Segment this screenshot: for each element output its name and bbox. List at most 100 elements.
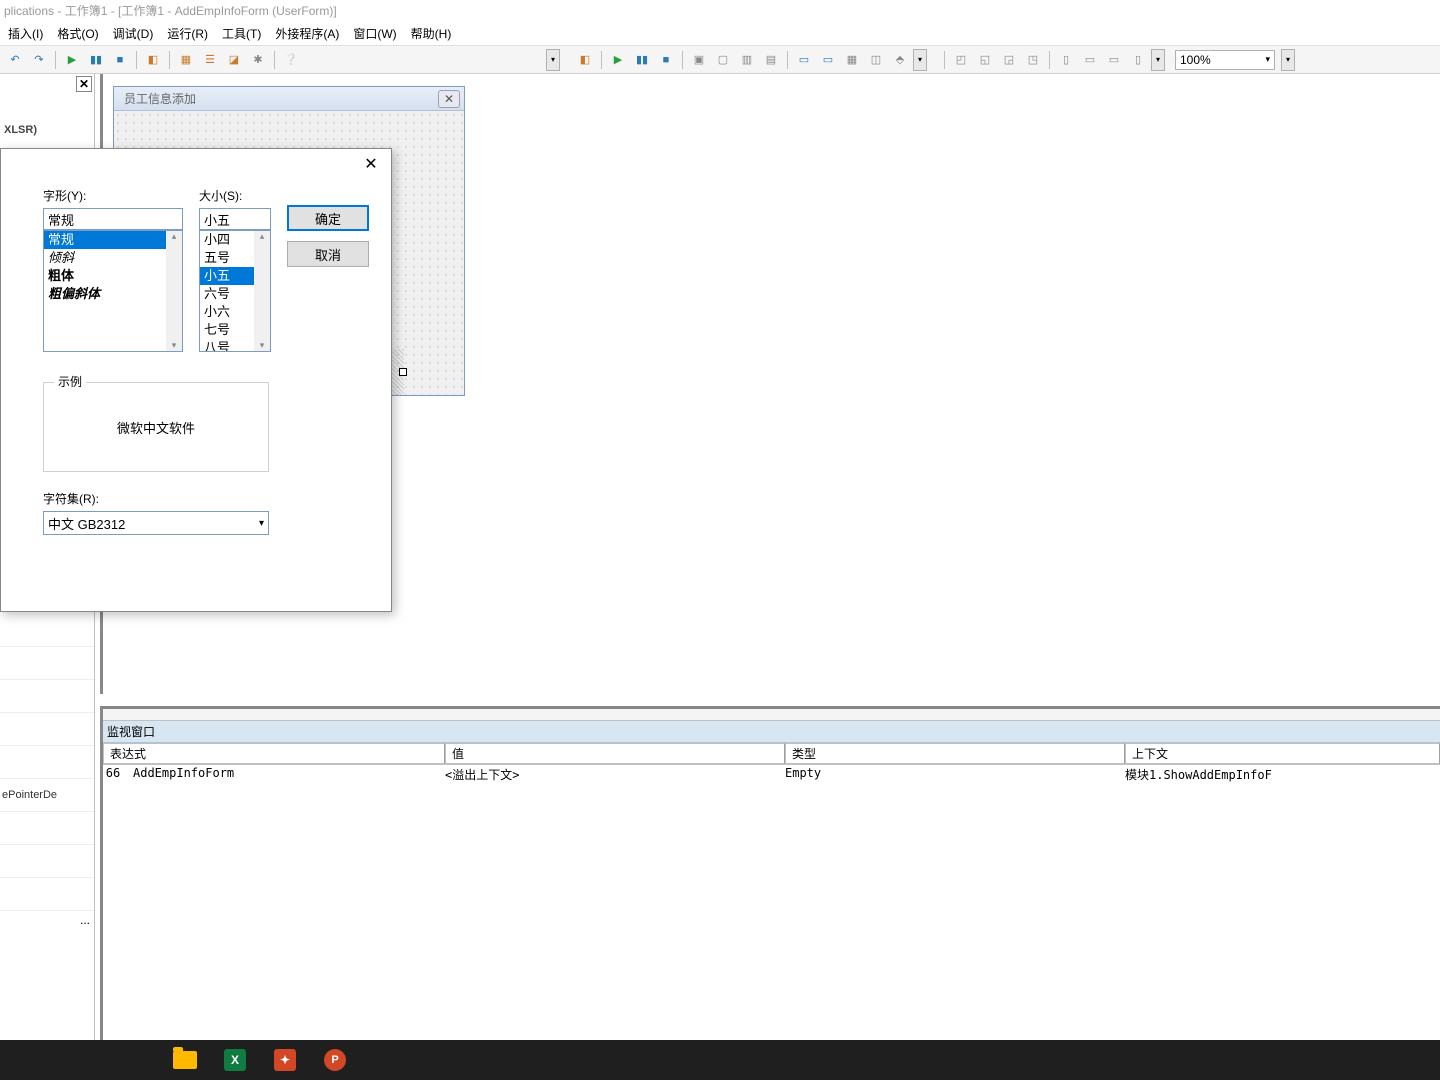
zoom-input[interactable]: 100% ▾: [1175, 50, 1275, 70]
align2-icon[interactable]: ◱: [974, 49, 996, 71]
group-icon[interactable]: ▥: [736, 49, 758, 71]
dropdown4-icon[interactable]: ▾: [1281, 49, 1295, 71]
menu-format[interactable]: 格式(O): [53, 23, 102, 44]
prop-row[interactable]: [0, 845, 94, 878]
tile-icon[interactable]: ▦: [841, 49, 863, 71]
watch-row[interactable]: 66 AddEmpInfoForm <溢出上下文> Empty 模块1.Show…: [103, 765, 1440, 784]
col-expression[interactable]: 表达式: [103, 743, 445, 764]
stop2-icon[interactable]: ■: [655, 49, 677, 71]
menu-window[interactable]: 窗口(W): [349, 23, 400, 44]
dropdown-icon[interactable]: ▾: [546, 49, 560, 71]
object-browser-icon[interactable]: ◪: [223, 49, 245, 71]
size4-icon[interactable]: ▯: [1127, 49, 1149, 71]
help-icon[interactable]: ❔: [280, 49, 302, 71]
prop-pointer[interactable]: ePointerDe: [0, 779, 94, 812]
folder-icon: [173, 1051, 197, 1069]
size-label: 大小(S):: [199, 187, 271, 204]
watches-title: 监视窗口: [103, 721, 1440, 743]
list-item[interactable]: 倾斜: [44, 249, 182, 267]
design-icon[interactable]: ◧: [574, 49, 596, 71]
separator: [601, 51, 602, 69]
size3-icon[interactable]: ▭: [1103, 49, 1125, 71]
prop-row[interactable]: [0, 746, 94, 779]
size2-icon[interactable]: ▭: [1079, 49, 1101, 71]
taskbar-excel[interactable]: X: [210, 1040, 260, 1080]
panel-splitter[interactable]: [103, 709, 1440, 721]
send-back-icon[interactable]: ▢: [712, 49, 734, 71]
dialog-header[interactable]: ✕: [1, 149, 391, 179]
undo-icon[interactable]: ↶: [4, 49, 26, 71]
watch-icon: 66: [103, 766, 123, 783]
watches-header: 表达式 值 类型 上下文: [103, 743, 1440, 765]
col-type[interactable]: 类型: [785, 743, 1125, 764]
list-item[interactable]: 粗偏斜体: [44, 285, 182, 303]
col-value[interactable]: 值: [445, 743, 785, 764]
toolbox-icon[interactable]: ✱: [247, 49, 269, 71]
bring-front-icon[interactable]: ▣: [688, 49, 710, 71]
taskbar-explorer[interactable]: [160, 1040, 210, 1080]
toolbar: ↶ ↷ ▶ ▮▮ ■ ◧ ▦ ☰ ◪ ✱ ❔ ▾ ◧ ▶ ▮▮ ■ ▣ ▢ ▥ …: [0, 46, 1440, 74]
chevron-down-icon: ▾: [259, 518, 264, 529]
menu-insert[interactable]: 插入(I): [4, 23, 47, 44]
pause-icon[interactable]: ▮▮: [85, 49, 107, 71]
menu-debug[interactable]: 调试(D): [109, 23, 158, 44]
taskbar-app[interactable]: ✦: [260, 1040, 310, 1080]
menu-bar: 插入(I) 格式(O) 调试(D) 运行(R) 工具(T) 外接程序(A) 窗口…: [0, 22, 1440, 46]
list-item[interactable]: 粗体: [44, 267, 182, 285]
userform-title: 员工信息添加: [118, 90, 196, 107]
dropdown3-icon[interactable]: ▾: [1151, 49, 1165, 71]
dropdown2-icon[interactable]: ▾: [913, 49, 927, 71]
prop-row[interactable]: [0, 713, 94, 746]
ungroup-icon[interactable]: ▤: [760, 49, 782, 71]
separator: [944, 51, 945, 69]
list-item[interactable]: 常规: [44, 231, 182, 249]
col-context[interactable]: 上下文: [1125, 743, 1440, 764]
prop-row[interactable]: [0, 680, 94, 713]
size-input[interactable]: [199, 208, 271, 230]
watch-value: <溢出上下文>: [445, 766, 785, 783]
properties-panel: ePointerDe ...: [0, 614, 95, 1040]
menu-run[interactable]: 运行(R): [163, 23, 212, 44]
cascade-icon[interactable]: ◫: [865, 49, 887, 71]
sample-text: 微软中文软件: [44, 383, 268, 471]
project-node[interactable]: XLSR): [4, 124, 92, 136]
menu-addins[interactable]: 外接程序(A): [271, 23, 343, 44]
run2-icon[interactable]: ▶: [607, 49, 629, 71]
prop-row[interactable]: [0, 812, 94, 845]
ok-button[interactable]: 确定: [287, 205, 369, 231]
redo-icon[interactable]: ↷: [28, 49, 50, 71]
separator: [787, 51, 788, 69]
align1-icon[interactable]: ◰: [950, 49, 972, 71]
style-input[interactable]: [43, 208, 183, 230]
properties-icon[interactable]: ☰: [199, 49, 221, 71]
scrollbar[interactable]: ▴▾: [166, 231, 182, 351]
taskbar-powerpoint[interactable]: P: [310, 1040, 360, 1080]
run-icon[interactable]: ▶: [61, 49, 83, 71]
ellipsis-button[interactable]: ...: [0, 911, 94, 929]
stop-icon[interactable]: ■: [109, 49, 131, 71]
prop-row[interactable]: [0, 878, 94, 911]
design-mode-icon[interactable]: ◧: [142, 49, 164, 71]
userform-titlebar[interactable]: 员工信息添加 ✕: [114, 87, 464, 111]
scrollbar[interactable]: ▴▾: [254, 231, 270, 351]
window2-icon[interactable]: ▭: [817, 49, 839, 71]
menu-tools[interactable]: 工具(T): [218, 23, 265, 44]
sample-frame: 示例 微软中文软件: [43, 382, 269, 472]
window1-icon[interactable]: ▭: [793, 49, 815, 71]
project-icon[interactable]: ▦: [175, 49, 197, 71]
style-listbox[interactable]: 常规 倾斜 粗体 粗偏斜体 ▴▾: [43, 230, 183, 352]
size1-icon[interactable]: ▯: [1055, 49, 1077, 71]
pause2-icon[interactable]: ▮▮: [631, 49, 653, 71]
align3-icon[interactable]: ◲: [998, 49, 1020, 71]
align4-icon[interactable]: ◳: [1022, 49, 1044, 71]
menu-help[interactable]: 帮助(H): [407, 23, 456, 44]
size-listbox[interactable]: 小四 五号 小五 六号 小六 七号 八号 ▴▾: [199, 230, 271, 352]
close-icon[interactable]: ✕: [76, 76, 92, 92]
close-icon[interactable]: ✕: [438, 90, 460, 108]
charset-select[interactable]: 中文 GB2312 ▾: [43, 511, 269, 535]
prop-row[interactable]: [0, 614, 94, 647]
cancel-button[interactable]: 取消: [287, 241, 369, 267]
link-icon[interactable]: ⬘: [889, 49, 911, 71]
prop-row[interactable]: [0, 647, 94, 680]
close-icon[interactable]: ✕: [361, 154, 381, 174]
